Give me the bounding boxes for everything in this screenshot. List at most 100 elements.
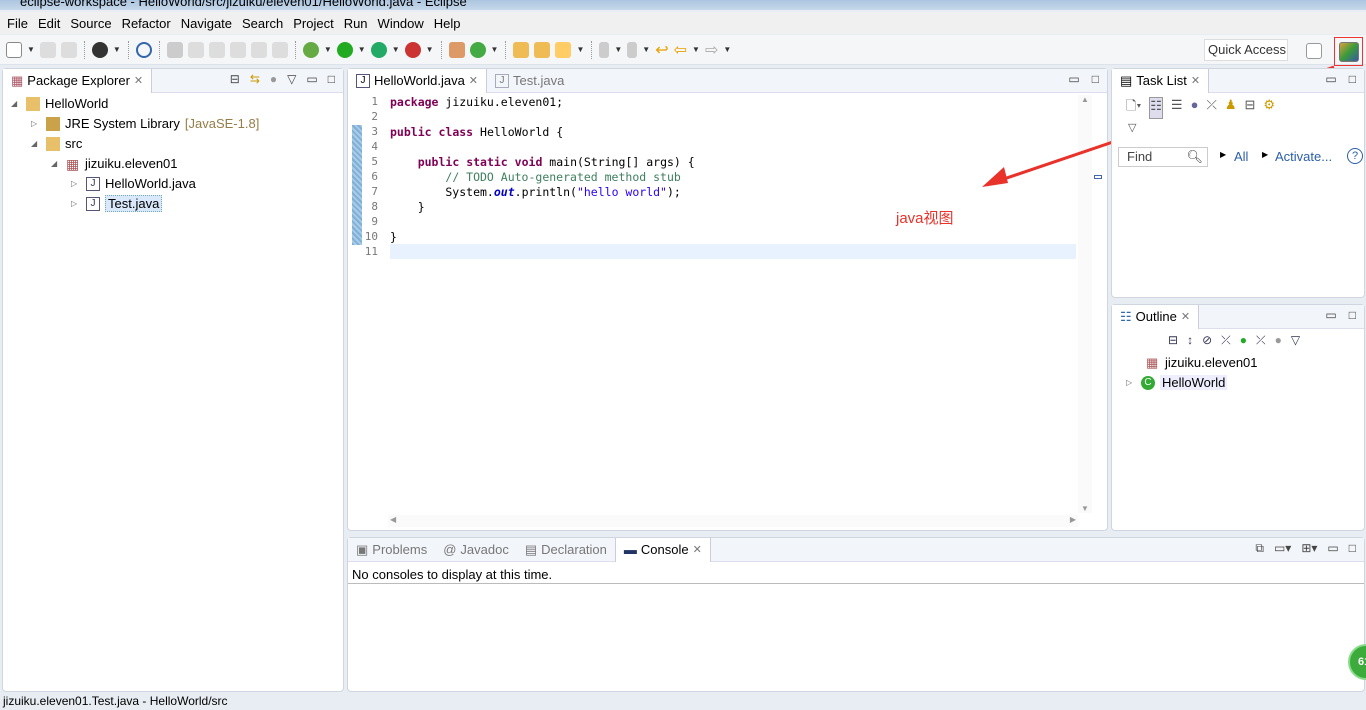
view-menu-icon[interactable]: ▽ [287,72,296,86]
code-line[interactable]: System.out.println("hello world"); [390,185,680,199]
run-icon[interactable] [336,41,353,58]
pin-console-icon[interactable]: ⧉ [1255,541,1264,556]
close-icon[interactable]: ✕ [134,74,143,87]
tree-item-jre[interactable]: ▷ JRE System Library [JavaSE-1.8] [31,114,259,133]
forward-icon[interactable]: ⇨ [705,40,718,60]
code-line[interactable]: // TODO Auto-generated method stub [390,170,680,184]
hide-fields-icon[interactable]: ⊘ [1202,333,1212,348]
new-java-class-icon[interactable] [469,41,486,58]
tab-package-explorer[interactable]: ▦ Package Explorer ✕ [3,68,153,93]
coverage-icon[interactable] [370,41,387,58]
open-type-icon[interactable] [513,41,530,58]
hide-completed-icon[interactable]: ⤫ [1206,97,1216,119]
tab-javadoc[interactable]: @ Javadoc [435,538,517,562]
profile-icon[interactable] [91,41,108,58]
new-icon[interactable] [6,41,22,58]
tab-test-java[interactable]: J Test.java [487,69,572,93]
focus-icon[interactable]: ♟ [1225,97,1237,119]
maximize-icon[interactable]: □ [1349,72,1356,86]
help-icon[interactable]: ? [1347,148,1363,164]
menu-edit[interactable]: Edit [33,16,65,31]
sync-icon[interactable]: ● [1191,97,1199,119]
view-menu-icon[interactable]: ▽ [1128,121,1136,134]
all-link[interactable]: All [1234,149,1248,164]
tab-outline[interactable]: ☷ Outline ✕ [1112,304,1200,329]
skip-breakpoints-icon[interactable] [135,41,152,58]
show-whitespace-icon[interactable] [250,41,267,58]
code-line[interactable]: } [390,200,425,214]
tab-console[interactable]: ▬ Console ✕ [614,537,711,562]
minimize-icon[interactable]: ▭ [306,72,317,86]
maximize-icon[interactable]: □ [1349,541,1356,556]
code-editor[interactable]: 1 package jizuiku.eleven01; 2 3 public class… [348,93,1076,503]
previous-annotation-icon[interactable] [627,41,638,58]
block-selection-icon[interactable] [208,41,225,58]
outline-item-package[interactable]: ▦ jizuiku.eleven01 [1146,353,1258,372]
sort-icon[interactable]: ↕ [1187,333,1193,348]
menu-project[interactable]: Project [288,16,338,31]
maximize-icon[interactable]: □ [1349,308,1356,322]
tab-helloworld-java[interactable]: J HelloWorld.java ✕ [348,68,488,93]
pilcrow-icon[interactable] [271,41,288,58]
menu-window[interactable]: Window [373,16,429,31]
word-wrap-icon[interactable] [229,41,246,58]
new-java-package-icon[interactable] [448,41,465,58]
code-line[interactable]: package jizuiku.eleven01; [390,95,563,109]
menu-run[interactable]: Run [339,16,373,31]
menu-navigate[interactable]: Navigate [176,16,237,31]
next-annotation-icon[interactable] [599,41,610,58]
tab-declaration[interactable]: ▤ Declaration [517,538,615,562]
hide-local-types-icon[interactable]: ⤫ [1256,333,1266,348]
tree-item-package[interactable]: ◢ ▦ jizuiku.eleven01 [51,154,178,173]
close-icon[interactable]: ✕ [1181,310,1190,323]
new-task-icon[interactable]: 🗋▾ [1126,97,1141,119]
minimize-icon[interactable]: ▭ [1325,308,1336,322]
collapse-all-icon[interactable]: ⊟ [1245,97,1256,119]
display-console-icon[interactable]: ▭▾ [1274,541,1291,556]
tree-item-test-java[interactable]: ▷ J Test.java [71,194,163,213]
menu-help[interactable]: Help [429,16,466,31]
activate-link[interactable]: Activate... [1275,149,1332,164]
menu-file[interactable]: File [2,16,33,31]
scheduled-icon[interactable]: ☰ [1171,97,1183,119]
find-input[interactable]: Find 🔍︎ [1118,147,1208,167]
filter-icon[interactable]: ● [1275,333,1282,348]
collapse-all-icon[interactable]: ⊟ [230,72,240,86]
mark-occurrences-icon[interactable] [187,41,204,58]
menu-search[interactable]: Search [237,16,288,31]
code-line[interactable]: } [390,230,397,244]
close-icon[interactable]: ✕ [1191,74,1200,87]
hide-nonpublic-icon[interactable]: ● [1240,333,1247,348]
close-icon[interactable]: ✕ [693,543,702,556]
hide-static-icon[interactable]: ⤫ [1221,333,1231,348]
save-icon[interactable] [39,41,56,58]
debug-icon[interactable] [302,41,319,58]
link-with-editor-icon[interactable]: ⇆ [250,72,260,86]
code-line[interactable]: public static void main(String[] args) { [390,155,695,169]
tab-task-list[interactable]: ▤ Task List ✕ [1112,68,1210,93]
outline-item-class[interactable]: ▷ C HelloWorld [1126,373,1228,392]
search-icon[interactable] [555,41,572,58]
menu-refactor[interactable]: Refactor [117,16,176,31]
open-console-icon[interactable]: ⊞▾ [1301,541,1317,556]
minimize-icon[interactable]: ▭ [1325,72,1336,86]
back-icon[interactable]: ⇦ [674,40,687,60]
tree-item-src[interactable]: ◢ src [31,134,82,153]
code-line[interactable]: public class HelloWorld { [390,125,563,139]
maximize-icon[interactable]: □ [328,72,335,86]
tree-item-project[interactable]: ◢ HelloWorld [11,94,108,113]
collapse-all-icon[interactable]: ⊟ [1168,333,1178,348]
filter-icon[interactable]: ● [270,72,277,86]
new-dropdown[interactable]: ▼ [27,45,35,54]
minimize-icon[interactable]: ▭ [1327,541,1338,556]
view-menu-icon[interactable]: ▽ [1291,333,1300,348]
external-tools-icon[interactable] [404,41,421,58]
categorized-icon[interactable]: ☷ [1149,97,1163,119]
open-task-icon[interactable] [534,41,551,58]
menu-source[interactable]: Source [65,16,116,31]
toggle-annotation-icon[interactable] [166,41,183,58]
connect-icon[interactable]: ⚙ [1263,97,1275,119]
close-icon[interactable]: ✕ [469,74,478,87]
last-edit-icon[interactable]: ↩ [655,40,668,60]
tree-item-helloworld-java[interactable]: ▷ J HelloWorld.java [71,174,196,193]
